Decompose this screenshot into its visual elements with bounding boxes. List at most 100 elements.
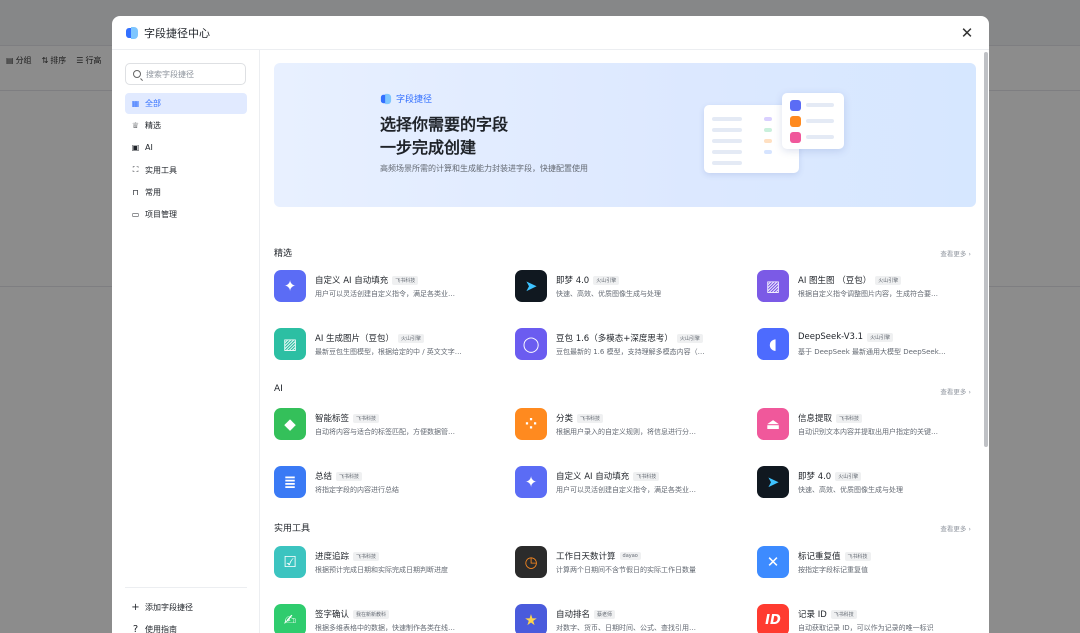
shortcut-card[interactable]: ◷ 工作日天数计算 dayao 计算两个日期间不含节假日的实际工作日数量 (515, 546, 740, 582)
card-title: 总结 (315, 472, 333, 482)
card-title: 进度追踪 (315, 552, 350, 562)
add-shortcut-button[interactable]: + 添加字段捷径 (125, 596, 247, 618)
sidebar-nav: ▦ 全部 ♕ 精选 ▣ AI ⛶ 实用工具 ⊓ 常用 ▭ 项目管理 (125, 93, 247, 226)
clock-icon: ◷ (515, 546, 547, 578)
jimeng-icon: ➤ (757, 466, 789, 498)
sidebar-item-common[interactable]: ⊓ 常用 (125, 182, 247, 203)
card-name: 标记重复值 飞书科技 (798, 550, 871, 562)
scrollbar[interactable] (983, 50, 989, 620)
id-icon: ID (757, 604, 789, 633)
image-edit-icon: ▨ (757, 270, 789, 302)
provider-badge: 飞书科技 (844, 551, 871, 561)
shortcut-card[interactable]: ◆ 智能标签 飞书科技 自动将内容与适合的标签匹配，方便数据管… (274, 408, 499, 444)
tag-icon: ◆ (274, 408, 306, 440)
shortcut-card[interactable]: ▨ AI 图生图 （豆包） 火山引擎 根据自定义指令调整图片内容，生成符合要… (757, 270, 982, 306)
card-description: 基于 DeepSeek 最新通用大模型 DeepSeek… (798, 348, 946, 356)
illustration-row (712, 117, 742, 121)
sparkle-icon: ✦ (515, 466, 547, 498)
section-title-featured: 精选 (274, 249, 293, 259)
sparkle-icon: ✦ (274, 270, 306, 302)
card-name: 总结 飞书科技 (315, 470, 363, 482)
shortcut-card[interactable]: ✕ 标记重复值 飞书科技 按指定字段标记重复值 (757, 546, 982, 582)
shortcut-card[interactable]: ◖ DeepSeek-V3.1 火山引擎 基于 DeepSeek 最新通用大模型 … (757, 328, 982, 364)
section-title-tools: 实用工具 (274, 524, 311, 534)
see-more-featured[interactable]: 查看更多 › (940, 248, 971, 258)
banner-title-line2: 一步完成创建 (380, 138, 477, 157)
illustration-line (806, 103, 834, 107)
shortcut-card[interactable]: ★ 自动排名 蔡老师 对数字、货币、日期时间、公式、查找引用… (515, 604, 740, 633)
shortcut-card[interactable]: ▨ AI 生成图片（豆包） 火山引擎 最新豆包生图模型，根据给定的中 / 英文文字… (274, 328, 499, 364)
sidebar-item-tools[interactable]: ⛶ 实用工具 (125, 160, 247, 181)
card-description: 自动识别文本内容并提取出用户指定的关键… (798, 428, 938, 436)
illustration-row (712, 150, 742, 154)
illustration-line (806, 135, 834, 139)
card-name: 签字确认 我在新新教科 (315, 608, 390, 620)
card-name: 即梦 4.0 火山引擎 (798, 470, 862, 482)
card-name: 工作日天数计算 dayao (556, 550, 641, 562)
card-title: 标记重复值 (798, 552, 841, 562)
provider-badge: 火山引擎 (867, 332, 894, 342)
card-name: 智能标签 飞书科技 (315, 412, 380, 424)
search-input[interactable]: 搜索字段捷径 (125, 63, 246, 85)
provider-badge: 飞书科技 (392, 275, 419, 285)
shortcut-card[interactable]: ID 记录 ID 飞书科技 自动获取记录 ID，可以作为记录的唯一标识 (757, 604, 982, 633)
card-description: 自动获取记录 ID，可以作为记录的唯一标识 (798, 624, 934, 632)
extract-icon: ⏏ (757, 408, 789, 440)
close-icon[interactable]: ✕ (959, 25, 975, 41)
card-title: 自定义 AI 自动填充 (556, 472, 630, 482)
provider-badge: 火山引擎 (835, 471, 862, 481)
provider-badge: 飞书科技 (633, 471, 660, 481)
illustration-chip (764, 139, 772, 143)
card-description: 快速、高效、优质图像生成与处理 (556, 290, 661, 298)
user-guide-link[interactable]: ? 使用指南 (125, 618, 247, 633)
card-name: 豆包 1.6（多模态+深度思考） 火山引擎 (556, 332, 703, 344)
sidebar: 搜索字段捷径 ▦ 全部 ♕ 精选 ▣ AI ⛶ 实用工具 ⊓ 常用 ▭ 项目管理… (112, 50, 260, 633)
summary-icon: ≣ (274, 466, 306, 498)
grid-icon: ▦ (131, 99, 140, 108)
card-title: 智能标签 (315, 414, 350, 424)
modal-header: 字段捷径中心 ✕ (112, 16, 989, 50)
provider-badge: 飞书科技 (830, 609, 857, 619)
add-shortcut-label: 添加字段捷径 (145, 602, 193, 612)
card-description: 根据多维表格中的数据，快速制作各类在线… (315, 624, 455, 632)
card-description: 用户可以灵活创建自定义指令，满足各类业… (556, 486, 696, 494)
card-title: 即梦 4.0 (798, 472, 832, 482)
modal-title: 字段捷径中心 (144, 26, 210, 40)
shortcut-card[interactable]: ✦ 自定义 AI 自动填充 飞书科技 用户可以灵活创建自定义指令，满足各类业… (515, 466, 740, 502)
sidebar-item-label: 常用 (145, 187, 161, 197)
sidebar-item-project[interactable]: ▭ 项目管理 (125, 204, 247, 225)
card-title: 工作日天数计算 (556, 552, 616, 562)
hero-banner: 字段捷径 选择你需要的字段 一步完成创建 高频场景所需的计算和生成能力封装进字段… (274, 63, 976, 207)
shortcut-logo-icon (126, 26, 138, 39)
card-description: 自动将内容与适合的标签匹配，方便数据管… (315, 428, 455, 436)
provider-badge: 飞书科技 (353, 551, 380, 561)
shortcut-card[interactable]: ⁘ 分类 飞书科技 根据用户录入的自定义规则，将信息进行分… (515, 408, 740, 444)
shortcut-card[interactable]: ✍ 签字确认 我在新新教科 根据多维表格中的数据，快速制作各类在线… (274, 604, 499, 633)
provider-badge: 火山引擎 (875, 275, 902, 285)
see-more-tools[interactable]: 查看更多 › (940, 523, 971, 533)
shortcut-card[interactable]: ◯ 豆包 1.6（多模态+深度思考） 火山引擎 豆包最新的 1.6 模型，支持理解… (515, 328, 740, 364)
provider-badge: 我在新新教科 (353, 609, 390, 619)
see-more-ai[interactable]: 查看更多 › (940, 386, 971, 396)
section-title-ai: AI (274, 384, 283, 394)
briefcase-icon: ▭ (131, 209, 140, 219)
provider-badge: 飞书科技 (336, 471, 363, 481)
card-title: AI 图生图 （豆包） (798, 276, 872, 286)
sidebar-item-ai[interactable]: ▣ AI (125, 137, 247, 158)
shortcut-card[interactable]: ⏏ 信息提取 飞书科技 自动识别文本内容并提取出用户指定的关键… (757, 408, 982, 444)
shortcut-card[interactable]: ➤ 即梦 4.0 火山引擎 快速、高效、优质图像生成与处理 (515, 270, 740, 306)
shortcut-card[interactable]: ≣ 总结 飞书科技 将指定字段的内容进行总结 (274, 466, 499, 502)
rank-icon: ★ (515, 604, 547, 633)
shortcut-card[interactable]: ✦ 自定义 AI 自动填充 飞书科技 用户可以灵活创建自定义指令，满足各类业… (274, 270, 499, 306)
scroll-thumb[interactable] (984, 52, 988, 447)
shortcut-card[interactable]: ☑ 进度追踪 飞书科技 根据预计完成日期和实际完成日期判断进度 (274, 546, 499, 582)
main-content: 字段捷径 选择你需要的字段 一步完成创建 高频场景所需的计算和生成能力封装进字段… (261, 50, 989, 633)
banner-title: 选择你需要的字段 一步完成创建 (380, 113, 508, 159)
card-description: 最新豆包生图模型，根据给定的中 / 英文文字… (315, 348, 462, 356)
card-description: 根据预计完成日期和实际完成日期判断进度 (315, 566, 448, 574)
sidebar-item-featured[interactable]: ♕ 精选 (125, 115, 247, 136)
pin-icon: ✕ (757, 546, 789, 578)
sidebar-item-all[interactable]: ▦ 全部 (125, 93, 247, 114)
shortcut-card[interactable]: ➤ 即梦 4.0 火山引擎 快速、高效、优质图像生成与处理 (757, 466, 982, 502)
sign-icon: ✍ (274, 604, 306, 633)
